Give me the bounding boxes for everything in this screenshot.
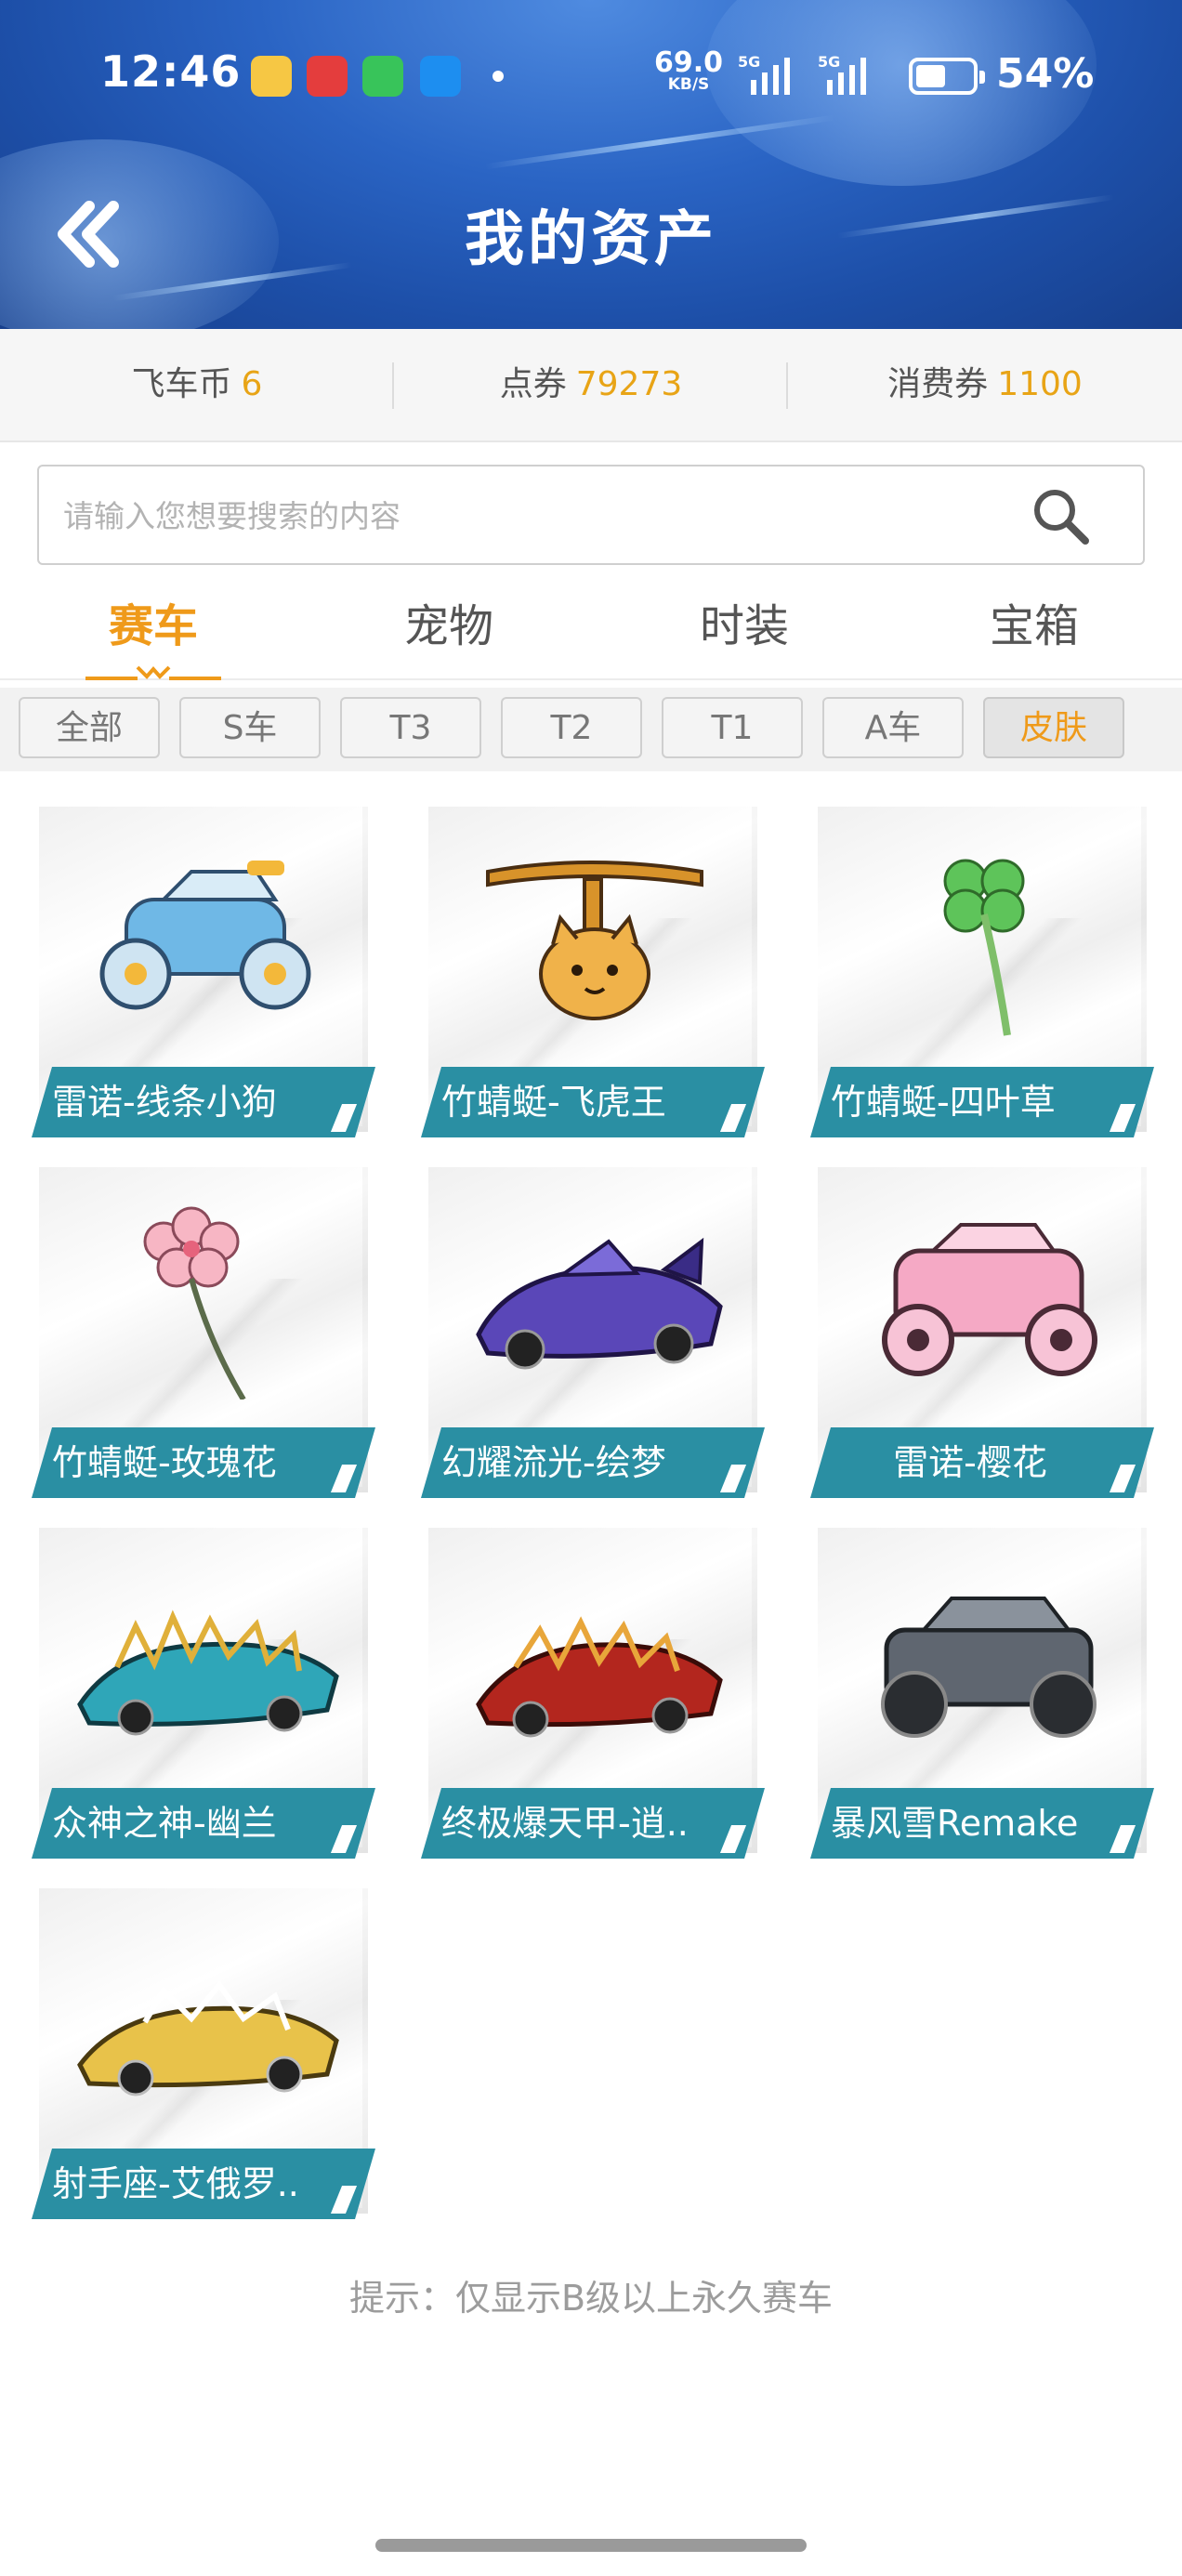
tab-outfits[interactable]: 时装	[597, 589, 892, 654]
currency-value: 79273	[575, 365, 683, 403]
label-stripe	[720, 1465, 746, 1492]
card-label: 暴风雪Remake	[810, 1788, 1154, 1859]
car-gold-icon	[77, 1980, 339, 2096]
currency-value: 1100	[997, 365, 1083, 403]
filter-t3[interactable]: T3	[340, 697, 481, 758]
item-name: 竹蜻蜓-玫瑰花	[52, 1442, 277, 1483]
item-card[interactable]: 竹蜻蜓-玫瑰花	[39, 1167, 385, 1504]
active-tab-indicator	[85, 665, 221, 680]
hint-text: 提示：仅显示B级以上永久赛车	[348, 2278, 834, 2319]
currency-label: 飞车币	[131, 365, 232, 403]
battery-tip	[979, 71, 985, 84]
filter-a-class[interactable]: A车	[822, 697, 964, 758]
signal-label: 5G	[738, 53, 760, 71]
search-icon[interactable]	[1030, 485, 1091, 546]
item-name: 竹蜻蜓-四叶草	[831, 1082, 1056, 1123]
item-card[interactable]: 幻耀流光-绘梦	[428, 1167, 774, 1504]
item-name: 众神之神-幽兰	[52, 1803, 277, 1844]
filter-t1[interactable]: T1	[662, 697, 803, 758]
label-stripe	[331, 1825, 357, 1853]
item-card[interactable]: 竹蜻蜓-四叶草	[818, 807, 1163, 1143]
item-card[interactable]: 雷诺-线条小狗	[39, 807, 385, 1143]
filter-skins[interactable]: 皮肤	[983, 697, 1124, 758]
flower-propeller-icon	[143, 1206, 246, 1400]
label-stripe	[331, 1465, 357, 1492]
card-label: 射手座-艾俄罗..	[32, 2149, 375, 2219]
currency-value: 6	[241, 365, 263, 403]
label-stripe	[720, 1825, 746, 1853]
browser-app-icon	[420, 56, 461, 97]
label-stripe	[1110, 1465, 1136, 1492]
status-time: 12:46	[100, 46, 242, 97]
currency-bar: 飞车币 6 点券 79273 消费券 1100	[0, 329, 1182, 442]
currency-label: 点券	[499, 365, 567, 403]
search-input[interactable]	[61, 467, 1031, 565]
card-label: 幻耀流光-绘梦	[421, 1427, 765, 1498]
message-app-icon	[362, 56, 403, 97]
page-title: 我的资产	[465, 205, 717, 274]
clover-propeller-icon	[943, 859, 1025, 1036]
tiger-propeller-icon	[486, 861, 703, 1020]
more-notifications-dot	[492, 71, 504, 82]
label-stripe	[1110, 1825, 1136, 1853]
filter-all[interactable]: 全部	[19, 697, 160, 758]
filter-t2[interactable]: T2	[501, 697, 642, 758]
label-stripe	[1110, 1104, 1136, 1132]
status-bar: 12:46 69.0 KB/S 5G 5G 54%	[0, 0, 1182, 158]
card-label: 竹蜻蜓-飞虎王	[421, 1067, 765, 1137]
item-name: 雷诺-樱花	[893, 1442, 1047, 1483]
car-red-icon	[476, 1616, 723, 1738]
car-pink-icon	[882, 1223, 1097, 1376]
car-blue-icon	[99, 861, 311, 1010]
card-label: 众神之神-幽兰	[32, 1788, 375, 1859]
currency-label: 消费券	[887, 365, 989, 403]
search-box	[37, 465, 1145, 565]
item-name: 暴风雪Remake	[831, 1803, 1079, 1844]
currency-points: 点券 79273	[394, 329, 788, 440]
tab-pets[interactable]: 宠物	[301, 589, 597, 654]
item-card[interactable]: 众神之神-幽兰	[39, 1528, 385, 1864]
battery-percent: 54%	[996, 50, 1095, 98]
filter-row: 全部 S车 T3 T2 T1 A车 皮肤	[0, 688, 1182, 771]
signal-icon: 5G	[818, 53, 866, 95]
item-card[interactable]: 暴风雪Remake	[818, 1528, 1163, 1864]
card-label: 终极爆天甲-逍..	[421, 1788, 765, 1859]
label-stripe	[331, 2186, 357, 2214]
item-name: 竹蜻蜓-飞虎王	[441, 1082, 666, 1123]
item-name: 雷诺-线条小狗	[52, 1082, 277, 1123]
tab-cars[interactable]: 赛车	[6, 589, 301, 654]
currency-coins: 飞车币 6	[0, 329, 394, 440]
filter-s-class[interactable]: S车	[179, 697, 321, 758]
label-stripe	[331, 1104, 357, 1132]
item-card[interactable]: 终极爆天甲-逍..	[428, 1528, 774, 1864]
tab-chests[interactable]: 宝箱	[886, 589, 1182, 654]
item-card[interactable]: 竹蜻蜓-飞虎王	[428, 807, 774, 1143]
battery-icon	[909, 58, 985, 95]
item-card[interactable]: 雷诺-樱花	[818, 1167, 1163, 1504]
signal-icon: 5G	[738, 53, 790, 95]
item-name: 射手座-艾俄罗..	[52, 2163, 299, 2204]
battery-fill	[916, 65, 945, 87]
item-name: 终极爆天甲-逍..	[441, 1803, 689, 1844]
notification-app-icon	[251, 56, 292, 97]
car-teal-icon	[77, 1610, 339, 1736]
car-purple-icon	[476, 1237, 723, 1370]
card-label: 雷诺-线条小狗	[32, 1067, 375, 1137]
currency-vouchers: 消费券 1100	[788, 329, 1182, 440]
header-banner: 12:46 69.0 KB/S 5G 5G 54% 我的资产	[0, 0, 1182, 329]
item-name: 幻耀流光-绘梦	[441, 1442, 666, 1483]
signal-label: 5G	[818, 53, 840, 71]
home-indicator[interactable]	[375, 2539, 807, 2552]
label-stripe	[720, 1104, 746, 1132]
category-tabs: 赛车 宠物 时装 宝箱	[0, 576, 1182, 680]
card-label: 竹蜻蜓-四叶草	[810, 1067, 1154, 1137]
car-gray-icon	[881, 1597, 1097, 1738]
network-speed-value: 69.0	[654, 46, 724, 79]
card-label: 竹蜻蜓-玫瑰花	[32, 1427, 375, 1498]
network-speed: 69.0 KB/S	[654, 49, 723, 94]
card-label: 雷诺-樱花	[810, 1427, 1154, 1498]
item-card[interactable]: 射手座-艾俄罗..	[39, 1888, 385, 2225]
notification-app-icon	[307, 56, 348, 97]
